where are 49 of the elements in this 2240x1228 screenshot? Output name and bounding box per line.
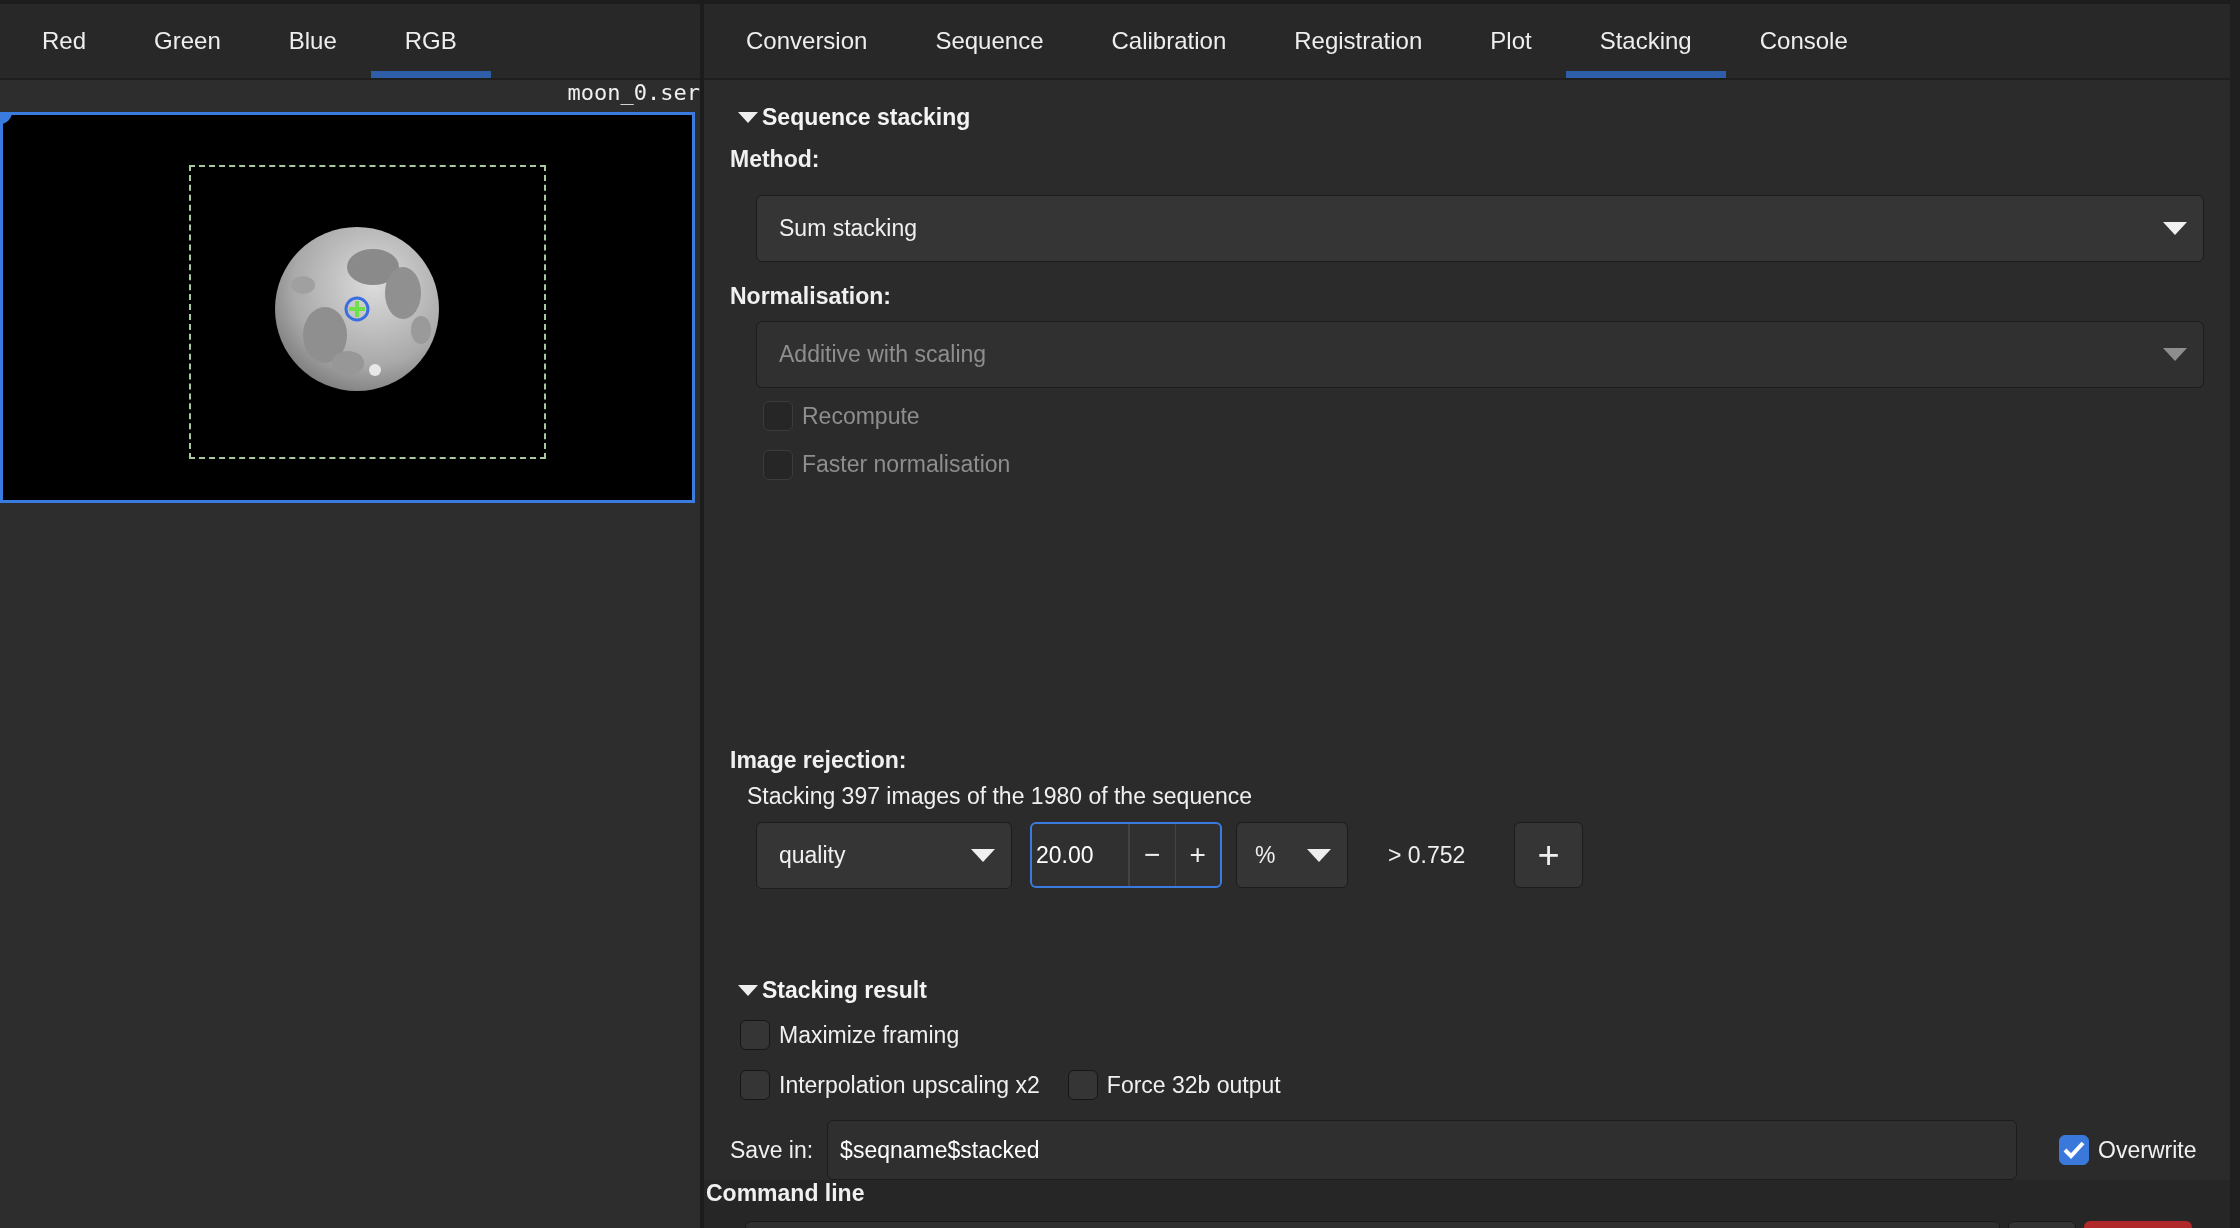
expander-arrow-icon[interactable] bbox=[738, 985, 758, 996]
tab[interactable]: Stacking bbox=[1565, 4, 1726, 78]
method-dropdown[interactable]: Sum stacking bbox=[756, 195, 2204, 262]
tab[interactable]: Registration bbox=[1260, 4, 1457, 78]
tab[interactable]: Red bbox=[8, 4, 121, 78]
threshold-value: > 0.752 bbox=[1388, 841, 1467, 869]
tab[interactable]: Console bbox=[1725, 4, 1882, 78]
add-button[interactable]: + bbox=[1514, 822, 1583, 888]
checkbox[interactable] bbox=[740, 1070, 770, 1100]
checkbox-label: Interpolation upscaling x2 bbox=[779, 1071, 1040, 1099]
dropdown-arrow-icon bbox=[1307, 848, 1331, 862]
panel-title: Command line bbox=[706, 1180, 866, 1206]
tab[interactable]: Calibration bbox=[1077, 4, 1261, 78]
dropdown-arrow-icon bbox=[2163, 222, 2187, 235]
field-label: Image rejection: bbox=[730, 747, 908, 773]
decrement-button[interactable]: − bbox=[1129, 824, 1175, 886]
checkbox-label: Faster normalisation bbox=[802, 451, 1011, 479]
checkbox-label: Overwrite bbox=[2098, 1136, 2197, 1164]
dropdown-arrow-icon bbox=[2163, 348, 2187, 361]
expander-arrow-icon[interactable] bbox=[738, 112, 758, 123]
field-label: Normalisation: bbox=[730, 283, 893, 309]
unit-dropdown[interactable]: % bbox=[1236, 822, 1348, 888]
rejection-summary: Stacking 397 images of the 1980 of the sequence bbox=[747, 783, 1254, 809]
selection-rectangle[interactable] bbox=[189, 165, 546, 459]
save-path-field[interactable]: $seqname$stacked bbox=[827, 1120, 2018, 1180]
section-title: Stacking result bbox=[762, 977, 927, 1004]
tab[interactable]: Green bbox=[120, 4, 255, 78]
checkmark-icon bbox=[2063, 1141, 2086, 1159]
dropdown-arrow-icon bbox=[971, 848, 995, 862]
checkbox-label: Recompute bbox=[802, 402, 920, 430]
crosshair-icon bbox=[344, 296, 370, 322]
checkbox-label: Force 32b output bbox=[1106, 1071, 1281, 1099]
checkbox[interactable] bbox=[2059, 1135, 2090, 1165]
tab[interactable]: Sequence bbox=[901, 4, 1078, 78]
field-label: Method: bbox=[730, 146, 821, 172]
tab[interactable]: Conversion bbox=[712, 4, 902, 78]
checkbox-label: Maximize framing bbox=[779, 1021, 960, 1049]
field-label: Save in: bbox=[730, 1136, 814, 1164]
checkbox[interactable] bbox=[1067, 1070, 1098, 1100]
checkbox[interactable] bbox=[740, 1020, 770, 1050]
tab[interactable]: Blue bbox=[254, 4, 371, 78]
section-title: Sequence stacking bbox=[762, 104, 971, 131]
tab[interactable]: Plot bbox=[1456, 4, 1566, 78]
spin-field[interactable]: 20.00 − + bbox=[1030, 822, 1222, 888]
image-viewer[interactable] bbox=[0, 112, 695, 503]
filename: moon_0.ser bbox=[567, 80, 700, 107]
tab[interactable]: RGB bbox=[370, 4, 491, 78]
criterion-dropdown[interactable]: quality bbox=[756, 821, 1012, 889]
increment-button[interactable]: + bbox=[1174, 824, 1220, 886]
